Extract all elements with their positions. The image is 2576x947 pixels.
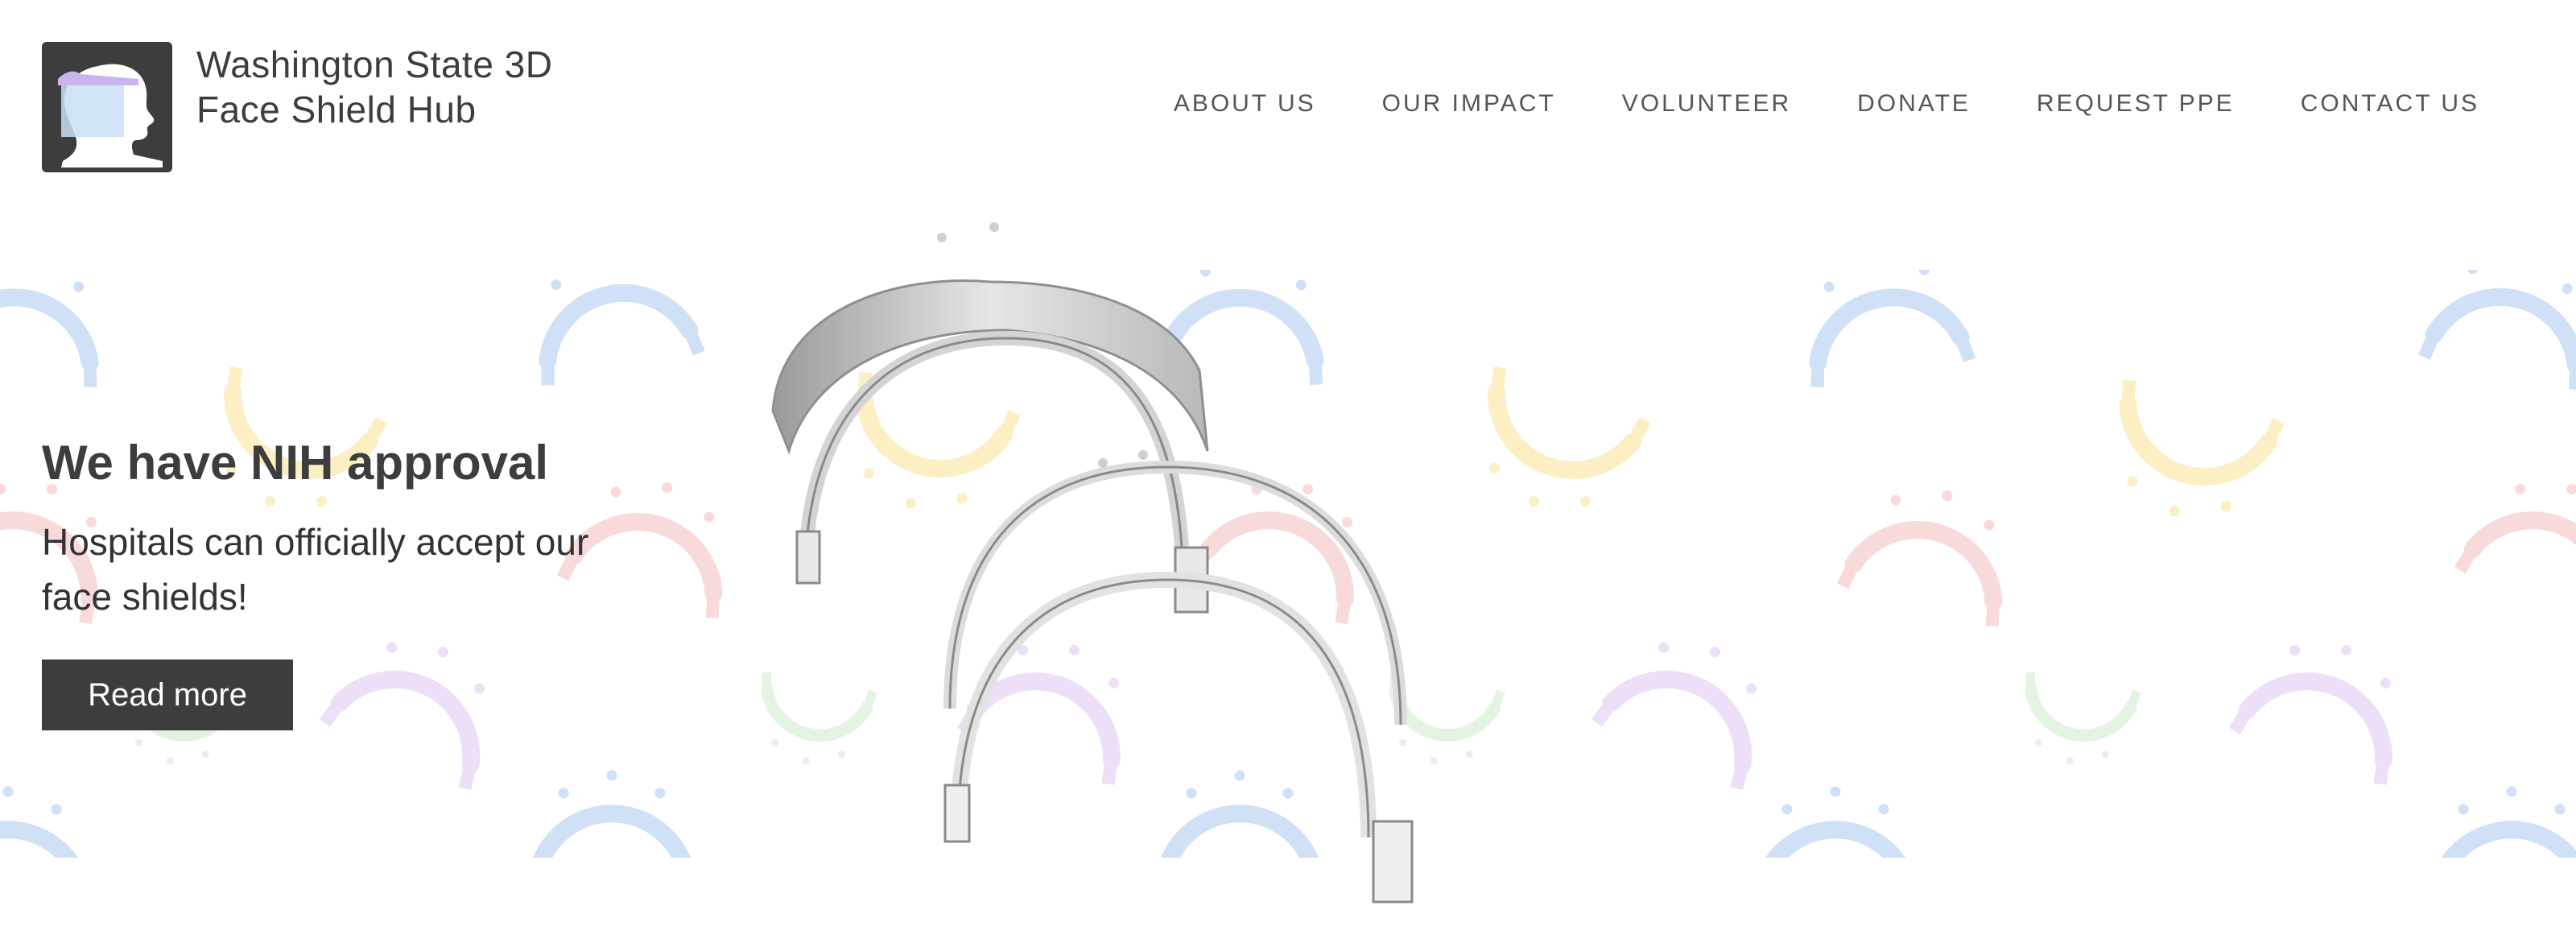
main-nav: ABOUT US OUR IMPACT VOLUNTEER DONATE REQ… [1174, 90, 2479, 118]
nav-contact-us[interactable]: CONTACT US [2301, 90, 2479, 118]
site-title: Washington State 3D Face Shield Hub [196, 43, 553, 130]
nav-request-ppe[interactable]: REQUEST PPE [2037, 90, 2235, 118]
hero-content: We have NIH approval Hospitals can offic… [42, 431, 654, 730]
hero-heading: We have NIH approval [42, 436, 549, 490]
read-more-button[interactable]: Read more [42, 660, 293, 730]
site-header: Washington State 3D Face Shield Hub ABOU… [0, 0, 2576, 213]
face-shield-logo-icon [42, 42, 172, 172]
nav-donate[interactable]: DONATE [1857, 90, 1971, 118]
nav-about-us[interactable]: ABOUT US [1174, 90, 1316, 118]
nav-volunteer[interactable]: VOLUNTEER [1622, 90, 1791, 118]
nav-our-impact[interactable]: OUR IMPACT [1382, 90, 1556, 118]
hero-banner: We have NIH approval Hospitals can offic… [0, 270, 2576, 858]
hero-text: Hospitals can officially accept our face… [42, 521, 589, 618]
home-link[interactable]: Washington State 3D Face Shield Hub [42, 42, 567, 172]
